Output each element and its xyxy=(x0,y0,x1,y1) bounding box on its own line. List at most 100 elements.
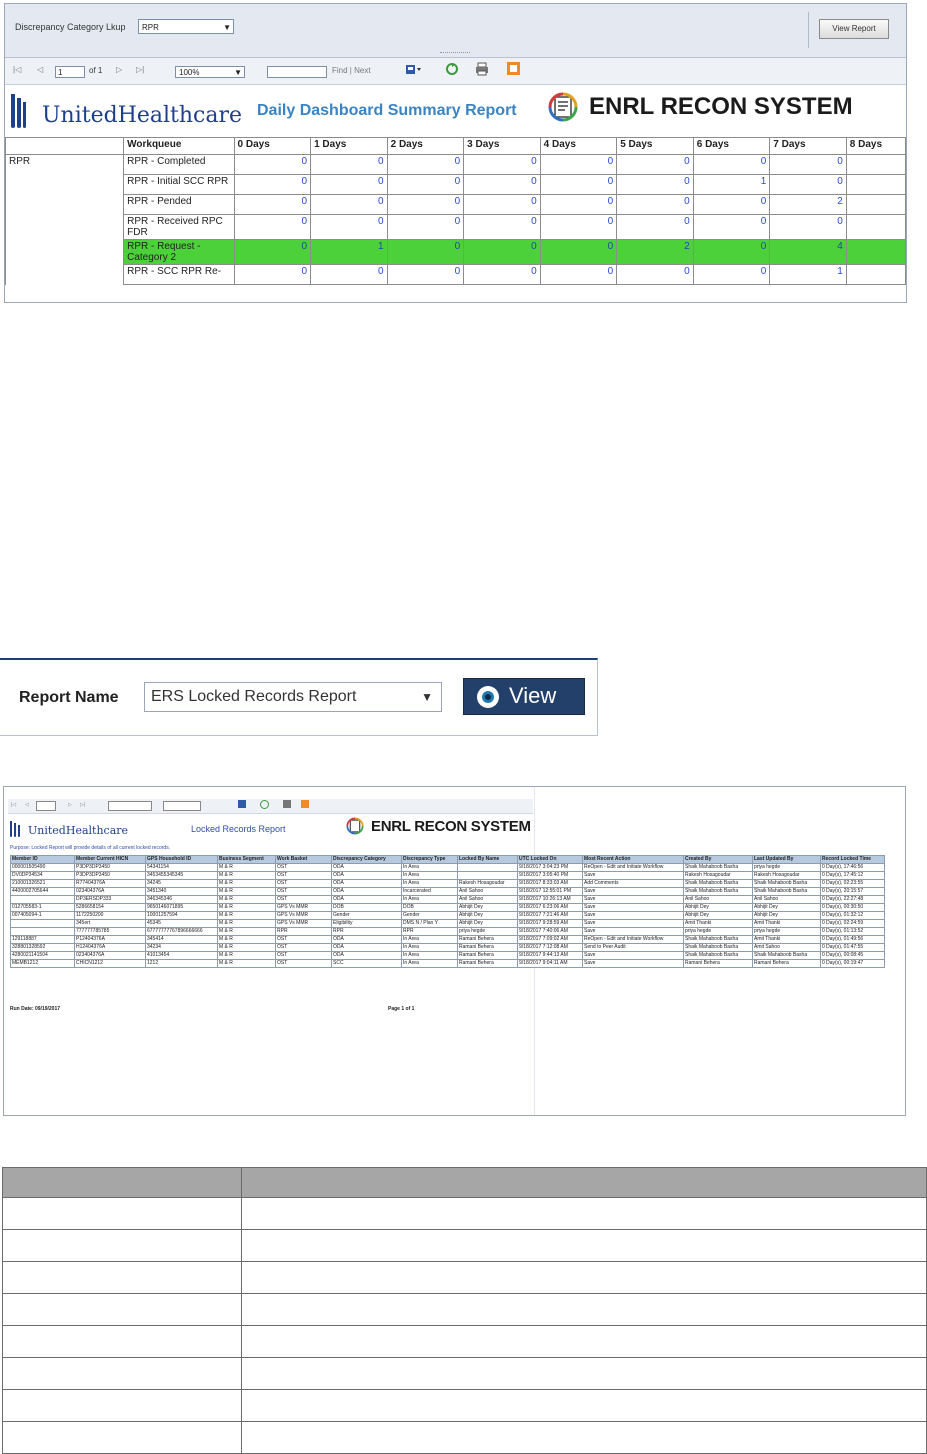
discrepancy-category-select[interactable]: RPR ▼ xyxy=(138,19,234,34)
count-cell[interactable]: 0 xyxy=(616,264,694,285)
atom-feed-icon[interactable] xyxy=(507,62,520,77)
splitter-handle[interactable] xyxy=(440,52,470,57)
count-cell[interactable]: 4 xyxy=(769,239,847,265)
count-cell[interactable]: 0 xyxy=(616,174,694,195)
count-cell[interactable]: 0 xyxy=(539,154,618,175)
count-cell[interactable]: 0 xyxy=(616,154,694,175)
next-page-icon[interactable]: ▷ xyxy=(68,802,72,808)
count-cell[interactable]: 0 xyxy=(310,174,388,195)
prev-page-icon[interactable]: ◁ xyxy=(25,802,29,808)
count-cell[interactable]: 1 xyxy=(310,239,388,265)
count-cell[interactable]: 0 xyxy=(463,194,541,215)
table-cell: 9/18/2017 10:26:13 AM xyxy=(517,895,583,904)
zoom-select[interactable] xyxy=(108,801,152,811)
count-cell[interactable]: 0 xyxy=(386,154,465,175)
workqueue-cell: RPR - Request - Category 2 xyxy=(123,239,235,265)
table-cell: Rakesh Hosagoudar xyxy=(683,871,753,880)
table-cell: Save xyxy=(582,895,684,904)
refresh-icon[interactable] xyxy=(445,62,459,78)
table-cell: 67777777767896666666 xyxy=(145,927,218,936)
refresh-icon[interactable] xyxy=(260,800,269,809)
count-cell[interactable]: 0 xyxy=(386,194,465,215)
count-cell[interactable]: 1 xyxy=(692,174,771,195)
table-cell xyxy=(10,895,75,904)
uhc-shield-icon xyxy=(10,820,20,837)
table-row: 000001505490 P3DP3DP3450 54341154 M & R OST O… xyxy=(10,863,885,872)
count-cell[interactable]: 0 xyxy=(463,214,541,240)
count-cell[interactable]: 0 xyxy=(539,174,618,195)
count-cell[interactable]: 0 xyxy=(539,194,618,215)
table-cell: Shaik Mahaboob Basha xyxy=(752,887,821,896)
view-report-button[interactable]: View Report xyxy=(819,19,889,39)
count-cell[interactable]: 0 xyxy=(310,154,388,175)
table-row: 328801328592 H12404376A 34234 M & R OST ODA In… xyxy=(10,943,885,952)
export-icon[interactable] xyxy=(238,800,246,808)
count-cell[interactable]: 0 xyxy=(233,214,312,240)
first-page-icon[interactable]: |◁ xyxy=(11,802,16,808)
first-page-icon[interactable]: |◁ xyxy=(13,65,21,74)
table-row xyxy=(2,1389,927,1422)
brand-name: UnitedHealthcare xyxy=(28,824,129,837)
table-cell: Abhijit Dey xyxy=(683,903,753,912)
count-cell[interactable]: 0 xyxy=(539,264,618,285)
count-cell[interactable]: 0 xyxy=(616,194,694,215)
count-cell[interactable]: 0 xyxy=(310,214,388,240)
table-cell: ODA xyxy=(331,895,402,904)
table-cell xyxy=(241,1197,927,1230)
page-number-input[interactable]: 1 xyxy=(55,66,85,78)
find-input[interactable] xyxy=(163,801,201,811)
table-cell: M & R xyxy=(217,919,276,928)
count-cell[interactable]: 0 xyxy=(233,264,312,285)
export-icon[interactable] xyxy=(405,62,421,76)
count-cell xyxy=(845,214,906,240)
last-page-icon[interactable]: ▷| xyxy=(136,65,144,74)
count-cell[interactable]: 2 xyxy=(769,194,847,215)
count-cell[interactable]: 0 xyxy=(463,154,541,175)
print-icon[interactable] xyxy=(475,62,489,78)
table-cell: M & R xyxy=(217,887,276,896)
atom-feed-icon[interactable] xyxy=(301,800,309,808)
count-cell[interactable]: 0 xyxy=(233,154,312,175)
count-cell[interactable]: 0 xyxy=(463,239,541,265)
count-cell[interactable]: 0 xyxy=(386,264,465,285)
print-icon[interactable] xyxy=(283,800,291,808)
table-cell: In Area xyxy=(401,863,458,872)
count-cell[interactable]: 0 xyxy=(692,154,771,175)
count-cell[interactable]: 0 xyxy=(692,194,771,215)
table-cell: 9/18/2017 9:28:59 AM xyxy=(517,919,583,928)
zoom-select[interactable]: 100% ▼ xyxy=(175,66,245,78)
count-cell[interactable]: 0 xyxy=(233,239,312,265)
find-next-link[interactable]: Find | Next xyxy=(332,66,371,75)
next-page-icon[interactable]: ▷ xyxy=(116,65,122,74)
count-cell[interactable]: 0 xyxy=(310,264,388,285)
report-name-select[interactable]: ERS Locked Records Report ▼ xyxy=(144,682,442,712)
page-number-input[interactable] xyxy=(36,801,56,811)
count-cell[interactable]: 0 xyxy=(463,264,541,285)
prev-page-icon[interactable]: ◁ xyxy=(37,65,43,74)
column-header: Workqueue xyxy=(123,137,235,155)
count-cell[interactable]: 0 xyxy=(692,239,771,265)
count-cell[interactable]: 0 xyxy=(386,214,465,240)
count-cell[interactable]: 0 xyxy=(386,174,465,195)
count-cell[interactable]: 0 xyxy=(539,214,618,240)
count-cell[interactable]: 0 xyxy=(539,239,618,265)
count-cell[interactable]: 0 xyxy=(233,174,312,195)
count-cell[interactable]: 0 xyxy=(692,214,771,240)
count-cell[interactable]: 0 xyxy=(692,264,771,285)
count-cell[interactable]: 2 xyxy=(616,239,694,265)
count-cell[interactable]: 0 xyxy=(616,214,694,240)
count-cell[interactable]: 0 xyxy=(463,174,541,195)
last-page-icon[interactable]: ▷| xyxy=(80,802,85,808)
table-cell: Anil Sahoo xyxy=(752,895,821,904)
count-cell[interactable]: 1 xyxy=(769,264,847,285)
count-cell[interactable]: 0 xyxy=(769,214,847,240)
table-cell: Shaik Mahaboob Basha xyxy=(683,879,753,888)
count-cell[interactable]: 0 xyxy=(386,239,465,265)
find-input[interactable] xyxy=(267,66,327,78)
view-button[interactable]: View xyxy=(463,678,585,715)
count-cell[interactable]: 0 xyxy=(769,154,847,175)
count-cell[interactable]: 0 xyxy=(769,174,847,195)
table-cell: OST xyxy=(275,895,332,904)
count-cell[interactable]: 0 xyxy=(233,194,312,215)
count-cell[interactable]: 0 xyxy=(310,194,388,215)
